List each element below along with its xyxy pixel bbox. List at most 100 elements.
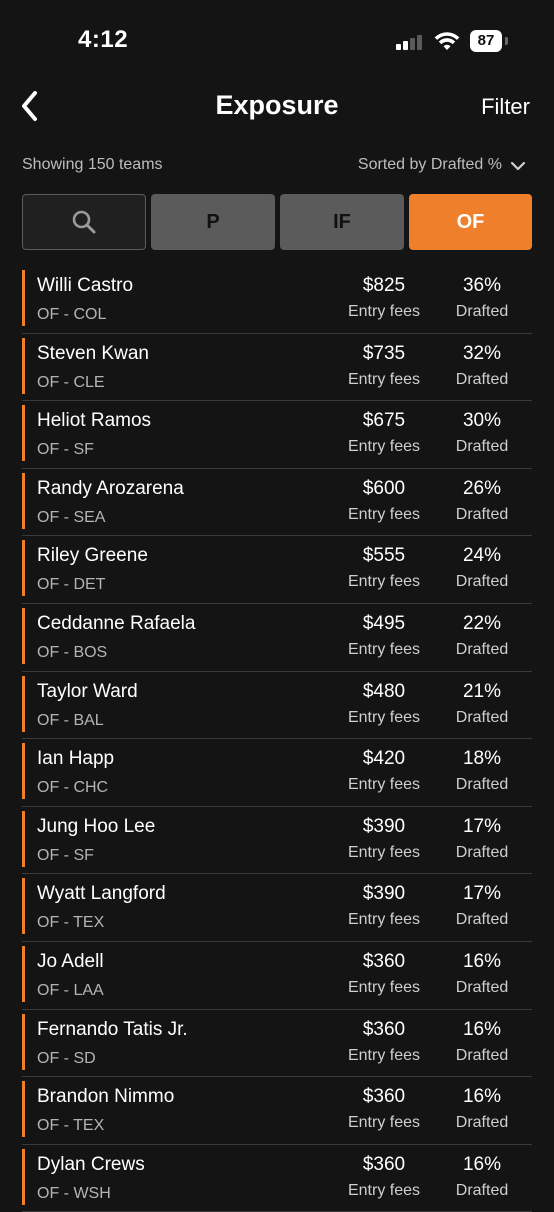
player-row[interactable]: Jo Adell OF - LAA $360 Entry fees 16% Drafted	[22, 942, 532, 1010]
player-position-team: OF - SF	[37, 846, 94, 864]
player-name: Fernando Tatis Jr.	[37, 1018, 188, 1040]
player-position-team: OF - COL	[37, 306, 107, 323]
entry-fee-label: Entry fees	[347, 573, 421, 591]
cellular-signal-icon	[396, 34, 426, 50]
player-row[interactable]: Heliot Ramos OF - SF $675 Entry fees 30% Draf…	[22, 401, 532, 469]
player-row[interactable]: Willi Castro OF - COL $825 Entry fees 36% Dra…	[22, 266, 532, 334]
tab-p[interactable]: P	[151, 194, 275, 250]
filter-button[interactable]: Filter	[481, 94, 530, 120]
entry-fee-value: $600	[362, 477, 406, 499]
entry-fee-label: Entry fees	[347, 843, 421, 861]
page-title: Exposure	[215, 90, 339, 120]
accent-bar	[22, 1148, 25, 1205]
entry-fee-label: Entry fees	[347, 640, 421, 658]
sort-dropdown[interactable]: Sorted by Drafted %	[358, 156, 502, 174]
info-row: Showing 150 teams Sorted by Drafted %	[22, 154, 532, 180]
tab-of[interactable]: OF	[409, 194, 532, 250]
drafted-percent-value: 16%	[462, 1018, 502, 1040]
accent-bar	[22, 1013, 25, 1070]
entry-fee-value: $360	[362, 1153, 406, 1175]
player-row[interactable]: Ceddanne Rafaela OF - BOS $495 Entry fees 22…	[22, 604, 532, 672]
position-tabs: P IF OF	[22, 194, 532, 250]
drafted-percent-value: 16%	[462, 950, 502, 972]
entry-fee-value: $390	[362, 883, 406, 905]
entry-fee-value: $675	[362, 410, 406, 432]
accent-bar	[22, 810, 25, 867]
player-position-team: OF - LAA	[37, 981, 104, 999]
player-name: Wyatt Langford	[37, 883, 166, 905]
battery-tip	[505, 37, 508, 45]
accent-bar	[22, 270, 25, 326]
drafted-label: Drafted	[455, 303, 509, 320]
entry-fee-value: $420	[362, 748, 406, 770]
accent-bar	[22, 945, 25, 1002]
player-name: Taylor Ward	[37, 680, 138, 702]
entry-fee-label: Entry fees	[347, 911, 421, 929]
player-row[interactable]: Jung Hoo Lee OF - SF $390 Entry fees 17% Draf…	[22, 807, 532, 875]
drafted-percent-value: 17%	[462, 815, 502, 837]
showing-count: Showing 150 teams	[22, 156, 163, 173]
accent-bar	[22, 337, 25, 394]
player-position-team: OF - SD	[37, 1049, 96, 1067]
drafted-percent-value: 36%	[462, 275, 502, 296]
accent-bar	[22, 675, 25, 732]
nav-bar: Exposure Filter	[0, 80, 554, 134]
player-list: Willi Castro OF - COL $825 Entry fees 36% Dra…	[22, 266, 532, 1212]
tab-search[interactable]	[22, 194, 146, 250]
entry-fee-value: $360	[362, 1086, 406, 1108]
drafted-label: Drafted	[455, 1114, 509, 1132]
entry-fee-value: $480	[362, 680, 406, 702]
player-name: Steven Kwan	[37, 342, 149, 364]
drafted-label: Drafted	[455, 1181, 509, 1199]
status-time: 4:12	[78, 26, 129, 53]
player-row[interactable]: Dylan Crews OF - WSH $360 Entry fees 16% Draf…	[22, 1145, 532, 1212]
player-row[interactable]: Riley Greene OF - DET $555 Entry fees 24% Dra…	[22, 536, 532, 604]
accent-bar	[22, 878, 25, 935]
drafted-label: Drafted	[455, 438, 509, 456]
drafted-percent-value: 16%	[462, 1086, 502, 1108]
player-name: Willi Castro	[37, 275, 134, 296]
accent-bar	[22, 1081, 25, 1138]
drafted-percent-value: 21%	[462, 680, 502, 702]
player-name: Ian Happ	[37, 748, 115, 770]
player-row[interactable]: Ian Happ OF - CHC $420 Entry fees 18% Drafted	[22, 739, 532, 807]
drafted-percent-value: 17%	[462, 883, 502, 905]
entry-fee-label: Entry fees	[347, 1046, 421, 1064]
player-row[interactable]: Fernando Tatis Jr. OF - SD $360 Entry fees 1…	[22, 1010, 532, 1078]
player-position-team: OF - BOS	[37, 643, 108, 661]
player-row[interactable]: Brandon Nimmo OF - TEX $360 Entry fees 16% Dr…	[22, 1077, 532, 1145]
entry-fee-label: Entry fees	[347, 708, 421, 726]
player-row[interactable]: Steven Kwan OF - CLE $735 Entry fees 32% Draf…	[22, 334, 532, 402]
entry-fee-value: $495	[362, 612, 406, 634]
entry-fee-value: $390	[362, 815, 406, 837]
drafted-label: Drafted	[455, 843, 509, 861]
entry-fee-label: Entry fees	[347, 1181, 421, 1199]
player-row[interactable]: Taylor Ward OF - BAL $480 Entry fees 21% Draf…	[22, 672, 532, 740]
player-name: Dylan Crews	[37, 1153, 145, 1175]
player-row[interactable]: Randy Arozarena OF - SEA $600 Entry fees 26%…	[22, 469, 532, 537]
accent-bar	[22, 405, 25, 462]
player-name: Jo Adell	[37, 950, 104, 972]
player-position-team: OF - SF	[37, 441, 94, 459]
entry-fee-value: $360	[362, 1018, 406, 1040]
player-position-team: OF - BAL	[37, 711, 104, 729]
tab-if[interactable]: IF	[280, 194, 404, 250]
search-icon	[72, 210, 96, 234]
drafted-label: Drafted	[455, 776, 509, 794]
accent-bar	[22, 472, 25, 529]
entry-fee-label: Entry fees	[347, 776, 421, 794]
chevron-down-icon[interactable]	[510, 158, 526, 174]
entry-fee-value: $555	[362, 545, 406, 567]
battery-icon: 87	[470, 30, 502, 52]
player-position-team: OF - DET	[37, 576, 106, 594]
drafted-percent-value: 30%	[462, 410, 502, 432]
drafted-percent-value: 22%	[462, 612, 502, 634]
player-name: Randy Arozarena	[37, 477, 184, 499]
accent-bar	[22, 607, 25, 664]
player-row[interactable]: Wyatt Langford OF - TEX $390 Entry fees 17% D…	[22, 874, 532, 942]
drafted-percent-value: 32%	[462, 342, 502, 364]
player-position-team: OF - CHC	[37, 779, 109, 797]
drafted-label: Drafted	[455, 1046, 509, 1064]
entry-fee-value: $735	[362, 342, 406, 364]
entry-fee-label: Entry fees	[347, 303, 421, 320]
